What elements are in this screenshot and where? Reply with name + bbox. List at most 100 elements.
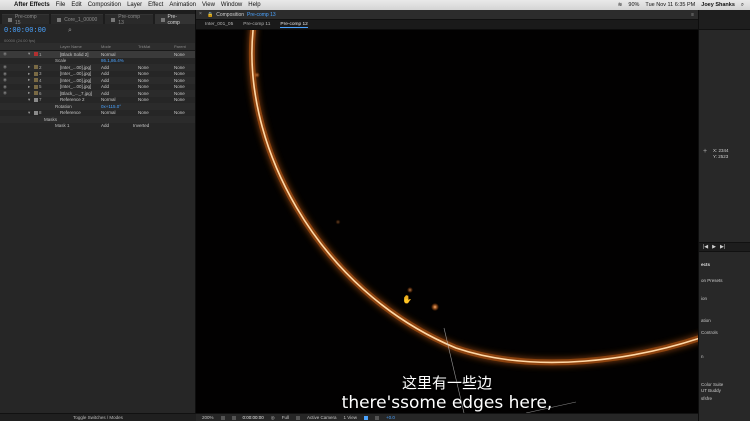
app-menu[interactable]: After Effects — [14, 2, 50, 8]
layer-parent[interactable]: None — [174, 78, 185, 83]
label-color[interactable] — [34, 110, 38, 115]
effects-item[interactable]: on Presets — [701, 278, 723, 283]
expand-icon[interactable]: ▾ — [28, 97, 30, 103]
label-color[interactable] — [34, 91, 38, 95]
wifi-icon[interactable]: ≋ — [618, 2, 623, 8]
visibility-icon[interactable]: ◉ — [3, 90, 7, 96]
panel-comp-name[interactable]: Pre-comp 13 — [247, 12, 276, 18]
layer-parent[interactable]: None — [174, 71, 185, 76]
layer-name[interactable]: [Inter_...00].jpg] — [60, 84, 91, 89]
menu-help[interactable]: Help — [248, 2, 260, 8]
expand-icon[interactable]: ▸ — [28, 90, 30, 96]
expand-icon[interactable]: ▸ — [28, 71, 30, 77]
tab-core[interactable]: Core_1_00000 — [51, 14, 104, 24]
close-icon[interactable]: × — [199, 12, 204, 17]
layer-mode[interactable]: Add — [101, 65, 109, 70]
user-name[interactable]: Joey Shanks — [701, 2, 735, 8]
tab-inter[interactable]: Inter_001_05 — [205, 22, 233, 27]
menu-effect[interactable]: Effect — [148, 2, 163, 8]
layer-name[interactable]: [Inter_...00].jpg] — [60, 78, 91, 83]
mask-mode[interactable]: Add — [101, 123, 109, 128]
fast-preview-icon[interactable] — [374, 415, 379, 420]
mask-inverted[interactable]: Inverted — [133, 123, 149, 128]
layer-parent[interactable]: None — [174, 97, 185, 102]
layer-trkmat[interactable]: None — [138, 110, 149, 115]
visibility-icon[interactable]: ◉ — [3, 71, 7, 77]
next-frame-icon[interactable]: ▶| — [720, 244, 725, 250]
layer-trkmat[interactable]: None — [138, 84, 149, 89]
label-color[interactable] — [34, 71, 38, 76]
menu-view[interactable]: View — [202, 2, 215, 8]
mask-row[interactable]: Mask 1 Add Inverted — [0, 123, 195, 130]
menu-file[interactable]: File — [56, 2, 66, 8]
visibility-icon[interactable]: ◉ — [3, 64, 7, 70]
col-parent[interactable]: Parent — [174, 44, 186, 49]
col-layer-name[interactable]: Layer Name — [60, 44, 82, 49]
layer-parent[interactable]: None — [174, 52, 185, 57]
layer-mode[interactable]: Normal — [101, 110, 116, 115]
col-mode[interactable]: Mode — [101, 44, 111, 49]
layer-mode[interactable]: Add — [101, 91, 109, 96]
layer-mode[interactable]: Add — [101, 84, 109, 89]
layer-parent[interactable]: None — [174, 84, 185, 89]
label-color[interactable] — [34, 65, 38, 69]
layer-name[interactable]: [Black Solid 2] — [60, 52, 89, 57]
expand-icon[interactable]: ▸ — [28, 84, 30, 90]
label-color[interactable] — [34, 84, 38, 89]
label-color[interactable] — [34, 78, 38, 82]
layer-parent[interactable]: None — [174, 91, 185, 96]
camera-select[interactable]: Active Camera — [307, 415, 337, 420]
effects-item[interactable]: sfsfre — [701, 396, 712, 401]
expand-icon[interactable]: ▸ — [28, 77, 30, 83]
expand-icon[interactable]: ▾ — [28, 51, 30, 57]
layer-parent[interactable]: None — [174, 65, 185, 70]
zoom-select[interactable]: 200% — [202, 415, 214, 420]
col-trkmat[interactable]: TrkMat — [138, 44, 150, 49]
safe-zones-icon[interactable] — [220, 415, 225, 420]
layer-trkmat[interactable]: None — [138, 78, 149, 83]
mask-name[interactable]: Mask 1 — [55, 123, 70, 128]
effects-item[interactable]: ects — [701, 262, 710, 267]
battery-level[interactable]: 90% — [628, 2, 639, 8]
region-of-interest-icon[interactable] — [296, 415, 300, 420]
clock[interactable]: Tue Nov 11 6:35 PM — [645, 2, 695, 8]
tab-pre-comp[interactable]: Pre-comp — [154, 14, 195, 26]
layer-name[interactable]: Reference 2 — [60, 97, 85, 102]
first-frame-icon[interactable]: |◀ — [703, 244, 708, 250]
property-value[interactable]: 0x+115.0° — [101, 104, 121, 109]
layer-name[interactable]: [Black_..._7.jpg] — [60, 91, 92, 96]
effects-item[interactable]: Color Suite — [701, 382, 723, 387]
property-value[interactable]: 86.1,86.4% — [101, 58, 124, 63]
masks-group[interactable]: Masks — [44, 117, 57, 122]
visibility-icon[interactable]: ◉ — [3, 84, 7, 90]
layer-trkmat[interactable]: None — [138, 71, 149, 76]
tab-pre-comp-11[interactable]: Pre-comp 11 — [243, 22, 270, 27]
exposure-value[interactable]: +0.0 — [386, 415, 395, 420]
menu-layer[interactable]: Layer — [127, 2, 142, 8]
magnifier-icon[interactable]: ⌕ — [68, 27, 72, 35]
grid-icon[interactable] — [231, 415, 236, 420]
viewer-time[interactable]: 0:00:00:00 — [243, 415, 264, 420]
layer-trkmat[interactable]: None — [138, 65, 149, 70]
tab-pre-comp-12[interactable]: Pre-comp 12 — [280, 22, 308, 28]
layer-name[interactable]: Reference — [60, 110, 81, 115]
layer-name[interactable]: [Inter_...00].jpg] — [60, 65, 91, 70]
effects-item[interactable]: UT Buddy — [701, 388, 721, 393]
current-time[interactable]: 0:00:00:00 — [4, 27, 46, 35]
search-icon[interactable]: ⌕ — [741, 2, 744, 9]
toggle-icon[interactable] — [363, 415, 368, 420]
layer-trkmat[interactable]: None — [138, 97, 149, 102]
layer-mode[interactable]: Add — [101, 71, 109, 76]
layer-mode[interactable]: Normal — [101, 52, 116, 57]
visibility-icon[interactable]: ◉ — [3, 51, 7, 57]
play-icon[interactable]: ▶ — [712, 244, 716, 250]
tab-pre-comp-13[interactable]: Pre-comp 13 — [105, 14, 153, 26]
label-color[interactable] — [34, 97, 38, 102]
effects-item[interactable]: ion — [701, 296, 707, 301]
lock-icon[interactable]: 🔒 — [207, 12, 213, 18]
expand-icon[interactable]: ▸ — [28, 64, 30, 70]
layer-name[interactable]: [Inter_...00].jpg] — [60, 71, 91, 76]
expand-icon[interactable]: ▾ — [28, 110, 30, 116]
toggle-switches-modes[interactable]: Toggle Switches / Modes — [0, 413, 196, 421]
menu-window[interactable]: Window — [221, 2, 242, 8]
